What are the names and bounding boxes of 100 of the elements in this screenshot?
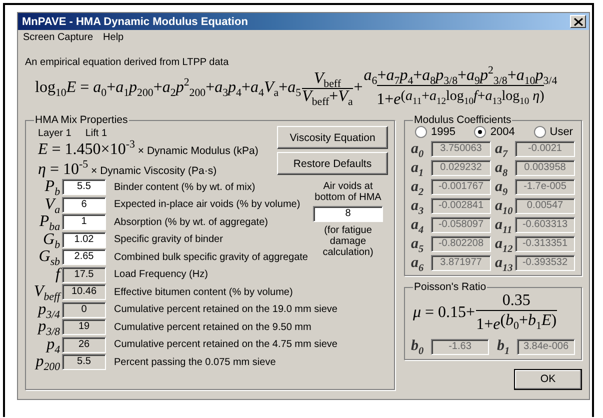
exponent: (a$_{11}$+a$_{12}$log$_{10}$f+a$_{13}$log$_{10}$ η) bbox=[400, 90, 544, 104]
ok-button[interactable]: OK bbox=[514, 368, 582, 390]
radio-option[interactable]: 1995 bbox=[415, 126, 456, 138]
field-label: Binder content (% by wt. of mix) bbox=[114, 182, 256, 193]
field-label: Combined bulk specific gravity of aggregate bbox=[114, 252, 308, 263]
symbol: a$_{9}$ bbox=[495, 180, 509, 194]
symbol: a$_{8}$ bbox=[495, 160, 509, 176]
lift-label: Lift 1 bbox=[85, 128, 108, 139]
symbol: a$_{6}$ bbox=[411, 256, 425, 270]
symbol: b$_{0}$ bbox=[411, 339, 425, 354]
symbol: a$_{10}$ bbox=[495, 198, 514, 214]
input-field[interactable]: -0.393532 bbox=[515, 255, 575, 271]
symbol: a$_{3}$ bbox=[411, 198, 425, 214]
formula-label: × Dynamic Modulus (kPa) bbox=[138, 145, 258, 157]
field-label: Percent passing the 0.075 mm sieve bbox=[114, 356, 276, 368]
symbol: a$_{11}$ bbox=[495, 218, 514, 232]
menu-item[interactable]: Help bbox=[103, 32, 124, 46]
field-label: Load Frequency (Hz) bbox=[114, 269, 208, 280]
input-field[interactable]: 1 bbox=[62, 214, 106, 230]
formula: E = 1.450×10$^{-3}$ bbox=[38, 142, 135, 159]
input-field[interactable]: 3.84e-006 bbox=[517, 338, 575, 355]
action-button[interactable]: Viscosity Equation bbox=[277, 126, 388, 149]
radio-option[interactable]: 2004 bbox=[474, 126, 515, 138]
input-field[interactable]: -0.603313 bbox=[515, 217, 575, 233]
input-field[interactable]: 8 bbox=[313, 206, 383, 222]
symbol: p$_{3/4}$ bbox=[36, 302, 60, 318]
symbol: p$_{4}$ bbox=[44, 336, 61, 353]
field-label: Cumulative percent retained on the 19.0 mm sieve bbox=[114, 304, 338, 316]
symbol: V$_{beff}$ bbox=[32, 284, 62, 300]
symbol: G$_{sb}$ bbox=[38, 249, 60, 266]
field-label: Cumulative percent retained on the 9.50 mm bbox=[114, 322, 312, 333]
input-field[interactable]: 0 bbox=[62, 302, 106, 318]
radio-option[interactable]: User bbox=[534, 126, 573, 138]
input-field[interactable]: 5.5 bbox=[62, 179, 106, 196]
input-field[interactable]: 2.65 bbox=[62, 249, 106, 266]
input-field[interactable]: 0.00547 bbox=[515, 198, 575, 214]
symbol: V$_{a}$ bbox=[44, 196, 61, 213]
denominator: 1+e bbox=[376, 92, 401, 108]
input-field[interactable]: 3.750063 bbox=[431, 141, 491, 157]
numerator: V$_{beff}$ bbox=[314, 70, 341, 88]
equation-term: log$_{10}$E = a$_{0}$+a$_{1}$p$_{200}$+a$_{2}$p$^{2}$$_{200}$+a$_{3}$p$_{4}$+a$_{4}$V$_{a}$+a$_{5}$ bbox=[35, 80, 302, 96]
menu-item[interactable]: Screen Capture bbox=[23, 32, 94, 46]
symbol: G$_{b}$ bbox=[43, 232, 61, 248]
field-label: Cumulative percent retained on the 4.75 mm sieve bbox=[114, 339, 338, 350]
group-title: Modulus Coefficients bbox=[413, 114, 512, 126]
layer-label: Layer 1 bbox=[38, 128, 72, 139]
symbol: a$_{7}$ bbox=[495, 142, 509, 156]
close-icon bbox=[574, 18, 582, 26]
input-field[interactable]: 0.003958 bbox=[515, 160, 575, 176]
input-field[interactable]: -0.002841 bbox=[431, 198, 491, 214]
symbol: a$_{4}$ bbox=[411, 218, 425, 232]
symbol: a$_{12}$ bbox=[495, 236, 514, 252]
group-title: Poisson's Ratio bbox=[413, 281, 488, 293]
symbol: f bbox=[54, 266, 62, 283]
close-button[interactable] bbox=[570, 15, 586, 28]
symbol: p$_{200}$ bbox=[34, 354, 61, 370]
exponent: (b$_{0}$+b$_{1}$E) bbox=[500, 312, 557, 330]
input-field[interactable]: -0.001767 bbox=[431, 179, 491, 195]
input-field[interactable]: 6 bbox=[62, 196, 106, 213]
numerator: a$_{6}$+a$_{7}$p$_{4}$+a$_{8}$p$_{3/8}$+a$_{9}$p$^{2}$$_{3/8}$+a$_{10}$p$_{3/4}$ bbox=[364, 68, 558, 84]
denominator: 1+e bbox=[476, 316, 500, 334]
symbol: a$_{0}$ bbox=[411, 142, 425, 156]
symbol: a$_{1}$ bbox=[411, 160, 425, 176]
input-field[interactable]: 17.5 bbox=[62, 266, 106, 283]
input-field[interactable]: 1.02 bbox=[62, 232, 106, 248]
input-field[interactable]: 5.5 bbox=[62, 354, 106, 370]
field-label: Absorption (% by wt. of aggregate) bbox=[114, 216, 268, 228]
intro-text: An empirical equation derived from LTPP data bbox=[25, 57, 230, 68]
equation-term: μ = 0.15+ bbox=[413, 304, 476, 322]
input-field[interactable]: -0.802208 bbox=[431, 236, 491, 252]
input-field[interactable]: 19 bbox=[62, 319, 106, 336]
window-title: MnPAVE - HMA Dynamic Modulus Equation bbox=[22, 16, 248, 28]
note-text: (for fatigue damage calculation) bbox=[322, 224, 374, 258]
symbol: a$_{2}$ bbox=[411, 180, 425, 194]
formula: η = 10$^{-5}$ bbox=[38, 162, 88, 179]
input-field[interactable]: -0.313351 bbox=[515, 236, 575, 252]
input-field[interactable]: -1.63 bbox=[431, 338, 489, 355]
numerator: 0.35 bbox=[502, 293, 530, 310]
field-label: Effective bitumen content (% by volume) bbox=[114, 286, 293, 298]
action-button[interactable]: Restore Defaults bbox=[277, 152, 388, 175]
input-field[interactable]: 0.029232 bbox=[431, 160, 491, 176]
air-voids-label: Air voids at bottom of HMA bbox=[314, 180, 382, 203]
symbol: b$_{1}$ bbox=[497, 339, 511, 354]
input-field[interactable]: 3.871977 bbox=[431, 255, 491, 271]
symbol: P$_{b}$ bbox=[44, 179, 61, 196]
equation-term: + bbox=[354, 80, 363, 96]
formula-label: × Dynamic Viscosity (Pa·s) bbox=[91, 164, 217, 177]
input-field[interactable]: 26 bbox=[62, 336, 106, 353]
symbol: a$_{5}$ bbox=[411, 236, 425, 252]
input-field[interactable]: -0.058097 bbox=[431, 217, 491, 233]
group-title: HMA Mix Properties bbox=[34, 114, 129, 126]
symbol: p$_{3/8}$ bbox=[36, 319, 61, 336]
input-field[interactable]: -0.0021 bbox=[515, 141, 575, 157]
symbol: a$_{13}$ bbox=[495, 256, 514, 270]
denominator: V$_{beff}$+V$_{a}$ bbox=[302, 88, 353, 106]
input-field[interactable]: -1.7e-005 bbox=[515, 179, 575, 195]
field-label: Specific gravity of binder bbox=[114, 234, 223, 246]
input-field[interactable]: 10.46 bbox=[62, 284, 106, 300]
symbol: P$_{ba}$ bbox=[38, 214, 61, 230]
field-label: Expected in-place air voids (% by volume) bbox=[114, 199, 300, 210]
